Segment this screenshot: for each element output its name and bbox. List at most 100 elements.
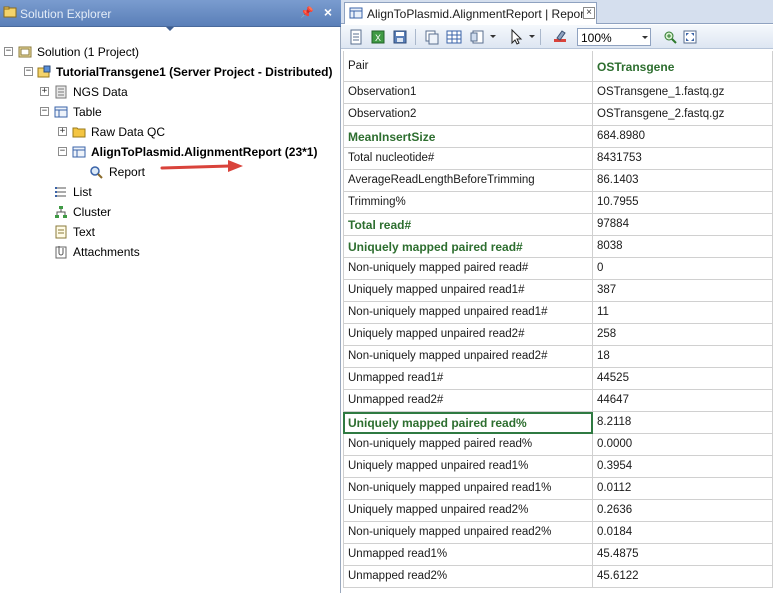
pin-icon[interactable]: 📌 xyxy=(300,6,314,20)
collapse-icon[interactable]: − xyxy=(4,47,13,56)
row-label-cell[interactable]: Non-uniquely mapped paired read% xyxy=(343,434,593,456)
tab-close-icon[interactable]: × xyxy=(583,7,595,19)
row-label-cell[interactable]: Uniquely mapped paired read# xyxy=(343,236,593,258)
table-row[interactable]: Unmapped read1% 45.4875 xyxy=(343,544,773,566)
tree-node[interactable]: − TutorialTransgene1 (Server Project - Di… xyxy=(0,63,340,81)
row-label-cell[interactable]: Non-uniquely mapped unpaired read2% xyxy=(343,522,593,544)
expand-icon[interactable]: + xyxy=(40,87,49,96)
row-value-cell[interactable]: 45.4875 xyxy=(593,544,773,566)
row-value-cell[interactable]: 0.0000 xyxy=(593,434,773,456)
row-label-cell[interactable]: Non-uniquely mapped unpaired read2# xyxy=(343,346,593,368)
collapse-icon[interactable]: − xyxy=(24,67,33,76)
table-row[interactable]: Uniquely mapped unpaired read2% 0.2636 xyxy=(343,500,773,522)
row-label-cell[interactable]: Unmapped read1% xyxy=(343,544,593,566)
row-value-cell[interactable]: 0.0112 xyxy=(593,478,773,500)
table-row[interactable]: Non-uniquely mapped unpaired read1# 11 xyxy=(343,302,773,324)
table-row[interactable]: Total read# 97884 xyxy=(343,214,773,236)
tree-node[interactable]: List xyxy=(0,183,340,201)
pointer-dropdown-icon[interactable] xyxy=(529,35,535,38)
table-row[interactable]: Unmapped read1# 44525 xyxy=(343,368,773,390)
table-row[interactable]: Uniquely mapped unpaired read1% 0.3954 xyxy=(343,456,773,478)
row-label-cell[interactable]: Uniquely mapped unpaired read1# xyxy=(343,280,593,302)
row-value-cell[interactable]: 10.7955 xyxy=(593,192,773,214)
row-label-cell[interactable]: Uniquely mapped unpaired read2% xyxy=(343,500,593,522)
table-row[interactable]: Observation2 OSTransgene_2.fastq.gz xyxy=(343,104,773,126)
column-header-ostransgene[interactable]: OSTransgene xyxy=(593,51,773,82)
table-row[interactable]: MeanInsertSize 684.8980 xyxy=(343,126,773,148)
table-row[interactable]: Non-uniquely mapped paired read% 0.0000 xyxy=(343,434,773,456)
tree-node[interactable]: + Raw Data QC xyxy=(0,123,340,141)
close-icon[interactable]: × xyxy=(322,5,334,19)
row-value-cell[interactable]: 684.8980 xyxy=(593,126,773,148)
zoom-select[interactable]: 100% xyxy=(577,28,651,46)
row-label-cell[interactable]: Uniquely mapped unpaired read2# xyxy=(343,324,593,346)
row-label-cell[interactable]: Uniquely mapped paired read% xyxy=(343,412,593,434)
row-value-cell[interactable]: 0 xyxy=(593,258,773,280)
row-label-cell[interactable]: Non-uniquely mapped unpaired read1# xyxy=(343,302,593,324)
tree-node[interactable]: Cluster xyxy=(0,203,340,221)
row-value-cell[interactable]: 18 xyxy=(593,346,773,368)
row-value-cell[interactable]: 11 xyxy=(593,302,773,324)
table-row[interactable]: Observation1 OSTransgene_1.fastq.gz xyxy=(343,82,773,104)
table-row[interactable]: Non-uniquely mapped paired read# 0 xyxy=(343,258,773,280)
new-document-icon[interactable] xyxy=(347,28,365,46)
export-excel-icon[interactable]: X xyxy=(369,28,387,46)
row-label-cell[interactable]: Observation2 xyxy=(343,104,593,126)
table-row[interactable]: Unmapped read2# 44647 xyxy=(343,390,773,412)
page-layout-dropdown-icon[interactable] xyxy=(490,35,496,38)
tree-node[interactable]: Attachments xyxy=(0,243,340,261)
table-row[interactable]: Total nucleotide# 8431753 xyxy=(343,148,773,170)
expand-icon[interactable]: + xyxy=(58,127,67,136)
row-value-cell[interactable]: 387 xyxy=(593,280,773,302)
row-label-cell[interactable]: AverageReadLengthBeforeTrimming xyxy=(343,170,593,192)
table-row[interactable]: Uniquely mapped paired read% 8.2118 xyxy=(343,412,773,434)
table-row[interactable]: Trimming% 10.7955 xyxy=(343,192,773,214)
table-row[interactable]: Uniquely mapped unpaired read1# 387 xyxy=(343,280,773,302)
pointer-icon[interactable] xyxy=(507,28,525,46)
table-row[interactable]: Uniquely mapped unpaired read2# 258 xyxy=(343,324,773,346)
tree-node[interactable]: Text xyxy=(0,223,340,241)
table-row[interactable]: Non-uniquely mapped unpaired read2% 0.018… xyxy=(343,522,773,544)
table-row[interactable]: Non-uniquely mapped unpaired read1% 0.011… xyxy=(343,478,773,500)
table-row[interactable]: Unmapped read2% 45.6122 xyxy=(343,566,773,588)
row-value-cell[interactable]: OSTransgene_2.fastq.gz xyxy=(593,104,773,126)
row-label-cell[interactable]: Non-uniquely mapped unpaired read1% xyxy=(343,478,593,500)
tree-node[interactable]: − Table xyxy=(0,103,340,121)
copy-icon[interactable] xyxy=(423,28,441,46)
row-value-cell[interactable]: 8038 xyxy=(593,236,773,258)
row-value-cell[interactable]: 0.3954 xyxy=(593,456,773,478)
row-value-cell[interactable]: 0.0184 xyxy=(593,522,773,544)
page-layout-icon[interactable] xyxy=(469,28,487,46)
grid-view-icon[interactable] xyxy=(445,28,463,46)
row-label-cell[interactable]: Total nucleotide# xyxy=(343,148,593,170)
tab-alignment-report[interactable]: AlignToPlasmid.AlignmentReport | Report … xyxy=(344,2,597,24)
column-header-pair[interactable]: Pair xyxy=(343,51,593,82)
row-value-cell[interactable]: 86.1403 xyxy=(593,170,773,192)
row-value-cell[interactable]: 8.2118 xyxy=(593,412,773,434)
row-label-cell[interactable]: Uniquely mapped unpaired read1% xyxy=(343,456,593,478)
row-label-cell[interactable]: Non-uniquely mapped paired read# xyxy=(343,258,593,280)
row-label-cell[interactable]: Unmapped read2# xyxy=(343,390,593,412)
tree-node[interactable]: − Solution (1 Project) xyxy=(0,43,340,61)
highlighter-icon[interactable] xyxy=(551,28,569,46)
zoom-in-icon[interactable] xyxy=(661,28,679,46)
table-row[interactable]: Non-uniquely mapped unpaired read2# 18 xyxy=(343,346,773,368)
row-label-cell[interactable]: Unmapped read2% xyxy=(343,566,593,588)
row-value-cell[interactable]: 45.6122 xyxy=(593,566,773,588)
table-row[interactable]: Uniquely mapped paired read# 8038 xyxy=(343,236,773,258)
collapse-icon[interactable]: − xyxy=(40,107,49,116)
row-value-cell[interactable]: 44525 xyxy=(593,368,773,390)
row-label-cell[interactable]: Unmapped read1# xyxy=(343,368,593,390)
row-value-cell[interactable]: 44647 xyxy=(593,390,773,412)
row-value-cell[interactable]: 0.2636 xyxy=(593,500,773,522)
table-row[interactable]: AverageReadLengthBeforeTrimming 86.1403 xyxy=(343,170,773,192)
row-value-cell[interactable]: OSTransgene_1.fastq.gz xyxy=(593,82,773,104)
row-label-cell[interactable]: Observation1 xyxy=(343,82,593,104)
row-value-cell[interactable]: 8431753 xyxy=(593,148,773,170)
collapse-icon[interactable]: − xyxy=(58,147,67,156)
row-label-cell[interactable]: Trimming% xyxy=(343,192,593,214)
save-icon[interactable] xyxy=(391,28,409,46)
tree-node[interactable]: + NGS Data xyxy=(0,83,340,101)
row-value-cell[interactable]: 258 xyxy=(593,324,773,346)
row-label-cell[interactable]: MeanInsertSize xyxy=(343,126,593,148)
